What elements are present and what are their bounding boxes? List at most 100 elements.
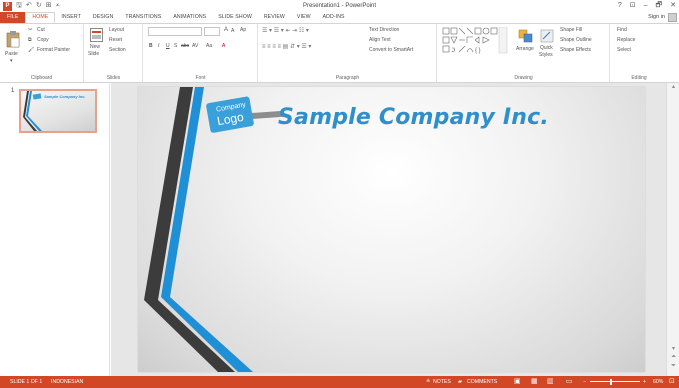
editing-group: Find Replace Select Editing (611, 24, 667, 82)
start-presentation-icon[interactable]: ⊞ (46, 0, 52, 12)
select-button[interactable]: Select (617, 47, 631, 53)
slide-thumbnail[interactable]: Sample Company Inc. (19, 89, 97, 133)
tab-add-ins[interactable]: ADD-INS (317, 12, 351, 23)
quick-styles-button[interactable]: Quick (540, 45, 553, 51)
font-name-select[interactable] (148, 27, 202, 36)
character-spacing-button[interactable]: AV (192, 43, 198, 49)
slides-group-label: Slides (106, 75, 121, 81)
clipboard-group-label: Clipboard (30, 75, 53, 81)
quick-styles-icon[interactable] (540, 29, 554, 43)
tab-slide-show[interactable]: SLIDE SHOW (212, 12, 258, 23)
font-color-button[interactable]: A (222, 43, 225, 49)
comments-button[interactable]: COMMENTS (467, 376, 497, 388)
reset-button[interactable]: Reset (109, 37, 122, 43)
tab-view[interactable]: VIEW (291, 12, 317, 23)
format-painter-button[interactable]: Format Painter (37, 47, 70, 53)
previous-slide-icon[interactable]: ⏶ (670, 354, 677, 361)
grow-font-icon[interactable]: A (224, 27, 228, 33)
tab-design[interactable]: DESIGN (87, 12, 120, 23)
slide-show-icon[interactable]: ▭ (566, 376, 573, 388)
arrange-button[interactable]: Arrange (516, 46, 534, 52)
zoom-out-button[interactable]: − (583, 376, 586, 388)
scroll-down-icon[interactable]: ▾ (670, 345, 677, 352)
shape-effects-button[interactable]: Shape Effects (560, 47, 591, 53)
arrange-icon[interactable] (518, 29, 534, 43)
new-slide-label-2: Slide (88, 51, 100, 57)
ribbon-tabs: FILE HOME INSERT DESIGN TRANSITIONS ANIM… (0, 12, 679, 23)
ribbon-display-icon[interactable]: ⊡ (630, 0, 636, 12)
minimize-icon[interactable]: – (644, 0, 648, 12)
next-slide-icon[interactable]: ⏷ (670, 363, 677, 370)
tab-review[interactable]: REVIEW (258, 12, 291, 23)
normal-view-icon[interactable]: ▣ (514, 376, 521, 388)
close-icon[interactable]: ✕ (670, 0, 676, 12)
vertical-scrollbar[interactable]: ▴ ▾ ⏶ ⏷ (666, 83, 679, 376)
title-bar: P 🖫 ↶ ↻ ⊞ ⩡ Presentation1 - PowerPoint ?… (0, 0, 679, 12)
cut-button[interactable]: Cut (37, 27, 45, 33)
slide-thumbnail-panel[interactable]: 1 Sample Company Inc. (0, 83, 110, 376)
zoom-slider[interactable] (590, 381, 640, 382)
svg-text:{ }: { } (475, 48, 481, 54)
sign-in-link[interactable]: Sign in (648, 12, 665, 23)
clear-formatting-icon[interactable]: Ap (240, 27, 246, 33)
format-painter-icon[interactable]: 🖌 (28, 47, 34, 53)
tab-home[interactable]: HOME (25, 12, 56, 23)
zoom-level[interactable]: 60% (653, 376, 663, 388)
copy-button[interactable]: Copy (37, 37, 49, 43)
undo-icon[interactable]: ↶ (26, 0, 32, 12)
paste-icon[interactable] (6, 30, 20, 48)
scroll-up-icon[interactable]: ▴ (670, 83, 677, 90)
tab-animations[interactable]: ANIMATIONS (167, 12, 212, 23)
notes-icon[interactable]: ≙ (426, 376, 430, 388)
bold-button[interactable]: B (149, 43, 153, 49)
status-bar: SLIDE 1 OF 1 INDONESIAN ≙ NOTES ▰ COMMEN… (0, 376, 679, 388)
alignment-icons[interactable]: ≡ ≡ ≡ ≡ ▤ ⇵ ▾ ☰ ▾ (262, 43, 311, 50)
shape-fill-button[interactable]: Shape Fill (560, 27, 582, 33)
paste-dropdown-icon[interactable]: ▾ (10, 58, 13, 64)
cut-icon[interactable]: ✂ (28, 27, 32, 33)
drawing-group-label: Drawing (514, 75, 533, 81)
restore-icon[interactable]: 🗗 (656, 0, 663, 12)
font-size-select[interactable] (204, 27, 220, 36)
convert-smartart-button[interactable]: Convert to SmartArt (369, 47, 413, 53)
zoom-slider-thumb[interactable] (610, 379, 612, 385)
new-slide-button[interactable]: New (90, 44, 100, 50)
window-title: Presentation1 - PowerPoint (302, 3, 377, 9)
zoom-in-button[interactable]: + (643, 376, 646, 388)
save-icon[interactable]: 🖫 (16, 0, 22, 12)
italic-button[interactable]: I (158, 43, 159, 49)
tab-insert[interactable]: INSERT (55, 12, 87, 23)
slides-group: New Slide Layout Reset Section Slides (85, 24, 143, 82)
customize-toolbar-icon[interactable]: ⩡ (56, 0, 60, 12)
new-slide-icon[interactable] (90, 28, 103, 42)
shape-outline-button[interactable]: Shape Outline (560, 37, 592, 43)
strikethrough-button[interactable]: abc (181, 43, 189, 49)
notes-button[interactable]: NOTES (433, 376, 451, 388)
shadow-button[interactable]: S (174, 43, 177, 49)
help-icon[interactable]: ? (618, 0, 622, 12)
avatar[interactable] (668, 13, 677, 22)
copy-icon[interactable]: ⧉ (28, 37, 32, 43)
underline-button[interactable]: U (166, 43, 170, 49)
text-direction-button[interactable]: Text Direction (369, 27, 399, 33)
tab-file[interactable]: FILE (0, 12, 26, 23)
bullets-icon[interactable]: ☰ ▾ ☰ ▾ ⇤ ⇥ ☷ ▾ (262, 27, 309, 34)
reading-view-icon[interactable]: ▥ (547, 376, 554, 388)
section-button[interactable]: Section (109, 47, 126, 53)
comments-icon[interactable]: ▰ (458, 376, 462, 388)
language-status[interactable]: INDONESIAN (51, 376, 83, 388)
shapes-gallery[interactable]: ℑ { } (442, 27, 512, 55)
redo-icon[interactable]: ↻ (36, 0, 42, 12)
layout-button[interactable]: Layout (109, 27, 124, 33)
fit-to-window-icon[interactable]: ⊡ (669, 376, 675, 388)
slide-sorter-icon[interactable]: ▦ (531, 376, 538, 388)
slide-title[interactable]: Sample Company Inc. (278, 105, 549, 130)
paste-button[interactable]: Paste (5, 51, 18, 57)
replace-button[interactable]: Replace (617, 37, 635, 43)
quick-styles-label-2: Styles (539, 52, 553, 58)
find-button[interactable]: Find (617, 27, 627, 33)
tab-transitions[interactable]: TRANSITIONS (119, 12, 167, 23)
change-case-button[interactable]: Aa (206, 43, 212, 49)
align-text-button[interactable]: Align Text (369, 37, 391, 43)
shrink-font-icon[interactable]: A (231, 28, 234, 34)
